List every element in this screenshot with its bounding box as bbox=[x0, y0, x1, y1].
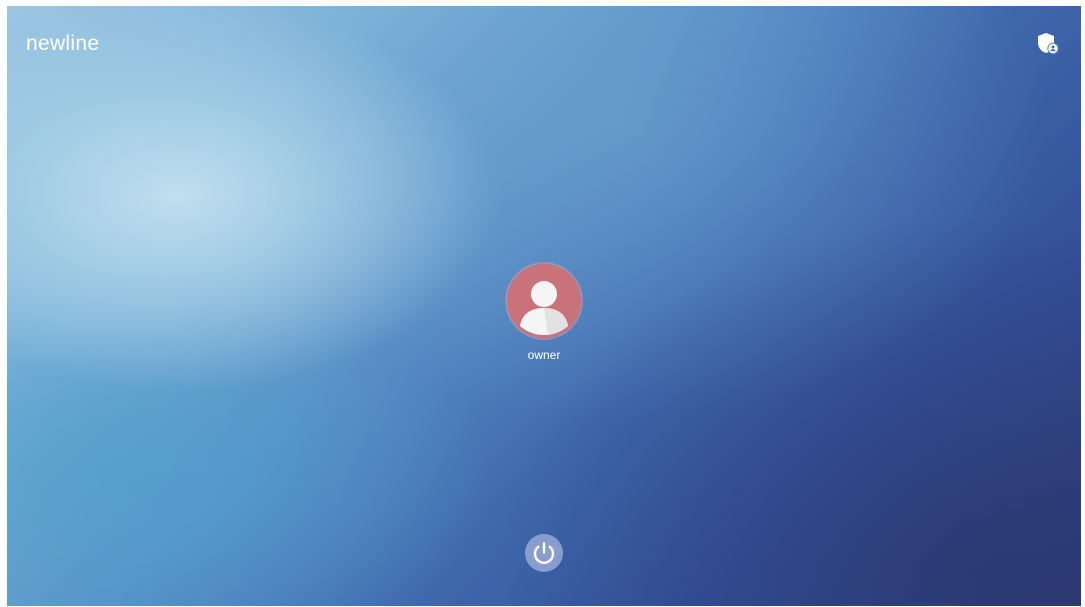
avatar[interactable] bbox=[507, 264, 581, 338]
user-avatar-icon bbox=[520, 281, 568, 335]
power-button[interactable] bbox=[525, 534, 563, 572]
user-name: owner bbox=[527, 348, 561, 362]
power-icon bbox=[533, 542, 555, 564]
brand-logo: newline bbox=[26, 32, 100, 55]
user-account-owner[interactable]: owner bbox=[503, 264, 585, 362]
shield-user-icon bbox=[1038, 33, 1059, 55]
lock-screen: newline owner bbox=[7, 6, 1081, 606]
admin-shield-button[interactable] bbox=[1036, 32, 1060, 56]
